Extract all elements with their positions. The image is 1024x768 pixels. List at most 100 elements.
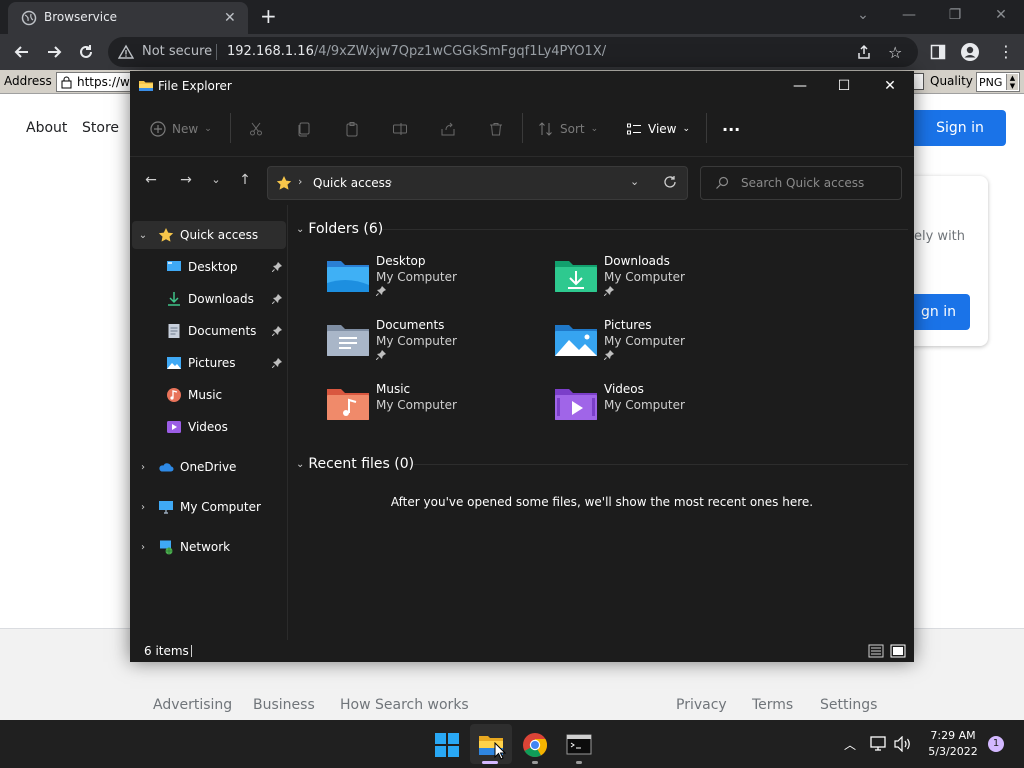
sidebar-item-videos[interactable]: Videos — [132, 413, 286, 441]
folder-tile-documents[interactable]: Documents My Computer — [326, 318, 546, 374]
share-icon[interactable] — [856, 44, 872, 60]
minimize-icon[interactable]: — — [898, 4, 920, 26]
about-link[interactable]: About — [26, 120, 67, 136]
sidebar-item-onedrive[interactable]: › OneDrive — [132, 453, 286, 481]
footer-business-link[interactable]: Business — [253, 697, 315, 713]
taskbar-clock[interactable]: 7:29 AM 5/3/2022 — [920, 728, 986, 760]
section-chevron-icon[interactable]: ⌄ — [296, 459, 304, 470]
profile-avatar-icon[interactable] — [960, 42, 980, 62]
side-panel-icon[interactable] — [930, 44, 946, 60]
breadcrumb-separator-icon[interactable]: › — [388, 175, 392, 188]
sidebar-item-quick-access[interactable]: ⌄ Quick access — [132, 221, 286, 249]
folder-name: Videos — [604, 382, 644, 396]
warning-triangle-icon[interactable] — [118, 44, 134, 60]
network-wired-icon[interactable] — [870, 736, 888, 752]
address-input[interactable]: https://w — [56, 72, 136, 92]
view-button[interactable]: View ⌄ — [626, 119, 690, 139]
explorer-minimize-icon[interactable]: — — [786, 75, 814, 97]
chrome-taskbar-icon[interactable] — [522, 732, 548, 758]
tab-search-chevron-icon[interactable]: ⌄ — [852, 4, 874, 26]
back-arrow-icon[interactable] — [12, 42, 32, 62]
quick-access-star-icon — [276, 175, 292, 191]
details-view-icon[interactable] — [868, 643, 884, 659]
restore-icon[interactable]: ❐ — [944, 4, 966, 26]
sidebar-item-music[interactable]: Music — [132, 381, 286, 409]
omnibox[interactable]: Not secure 192.168.1.16/4/9xZWxjw7Qpz1wC… — [108, 37, 918, 67]
up-arrow-icon[interactable]: ↑ — [237, 172, 253, 188]
notification-badge[interactable]: 1 — [988, 736, 1004, 752]
show-hidden-icons-chevron-icon[interactable]: ︿ — [844, 736, 856, 753]
rename-icon[interactable] — [392, 119, 408, 139]
breadcrumb-quick-access[interactable]: Quick access — [313, 176, 391, 190]
sidebar-item-pictures[interactable]: Pictures — [132, 349, 286, 377]
tab-close-icon[interactable]: ✕ — [224, 10, 236, 26]
pin-icon — [604, 350, 614, 360]
back-arrow-icon[interactable]: ← — [143, 172, 159, 188]
close-window-icon[interactable]: ✕ — [990, 4, 1012, 26]
forward-arrow-icon[interactable] — [44, 42, 64, 62]
pictures-folder-icon — [554, 322, 598, 358]
sidebar-item-my-computer[interactable]: › My Computer — [132, 493, 286, 521]
footer-advertising-link[interactable]: Advertising — [153, 697, 232, 713]
spinner-arrows-icon[interactable]: ▲ ▼ — [1006, 74, 1018, 90]
recent-files-section-header[interactable]: ⌄ Recent files (0) — [296, 456, 414, 472]
terminal-taskbar-icon[interactable] — [566, 732, 592, 758]
explorer-title-bar[interactable]: File Explorer — ☐ ✕ — [130, 71, 914, 101]
footer-how-search-works-link[interactable]: How Search works — [340, 697, 469, 713]
recent-header-label: Recent files (0) — [308, 456, 415, 472]
store-link[interactable]: Store — [82, 120, 119, 136]
collapsed-chevron-icon[interactable]: › — [136, 542, 150, 553]
delete-icon[interactable] — [488, 119, 504, 139]
folder-tile-music[interactable]: Music My Computer — [326, 382, 546, 438]
folders-section-header[interactable]: ⌄ Folders (6) — [296, 221, 383, 237]
recent-files-empty-message: After you've opened some files, we'll sh… — [390, 495, 814, 509]
bookmark-star-icon[interactable]: ☆ — [888, 43, 902, 62]
sidebar-item-downloads[interactable]: Downloads — [132, 285, 286, 313]
sidebar-item-desktop[interactable]: Desktop — [132, 253, 286, 281]
search-box[interactable]: Search Quick access — [700, 166, 902, 200]
more-options-icon[interactable]: ... — [722, 115, 740, 135]
address-history-chevron-icon[interactable]: ⌄ — [630, 175, 639, 188]
paste-icon[interactable] — [344, 119, 360, 139]
explorer-maximize-icon[interactable]: ☐ — [830, 75, 858, 97]
address-label: Address — [4, 74, 52, 88]
file-explorer-window[interactable]: File Explorer — ☐ ✕ New ⌄ Sort ⌄ View ⌄ … — [130, 71, 914, 662]
new-tab-plus-icon[interactable]: + — [260, 6, 277, 26]
folder-tile-pictures[interactable]: Pictures My Computer — [554, 318, 774, 374]
share-icon[interactable] — [440, 119, 456, 139]
folder-tile-desktop[interactable]: Desktop My Computer — [326, 254, 546, 310]
kebab-menu-icon[interactable]: ⋮ — [998, 42, 1014, 62]
footer-settings-link[interactable]: Settings — [820, 697, 877, 713]
copy-icon[interactable] — [296, 119, 312, 139]
new-button[interactable]: New ⌄ — [150, 119, 212, 139]
collapsed-chevron-icon[interactable]: › — [136, 502, 150, 513]
reload-icon[interactable] — [76, 42, 96, 62]
explorer-close-icon[interactable]: ✕ — [876, 75, 904, 97]
recent-locations-chevron-icon[interactable]: ⌄ — [208, 172, 224, 188]
folder-name: Desktop — [376, 254, 426, 268]
security-label[interactable]: Not secure — [142, 44, 212, 59]
collapsed-chevron-icon[interactable]: › — [136, 462, 150, 473]
sort-button[interactable]: Sort ⌄ — [538, 119, 598, 139]
quality-select[interactable]: PNG ▲ ▼ — [976, 72, 1020, 92]
section-chevron-icon[interactable]: ⌄ — [296, 224, 304, 235]
breadcrumb-separator-icon[interactable]: › — [298, 175, 302, 188]
tiles-view-icon[interactable] — [890, 643, 906, 659]
expanded-chevron-icon[interactable]: ⌄ — [136, 230, 150, 241]
address-breadcrumb[interactable]: › Quick access › ⌄ — [267, 166, 688, 200]
refresh-icon[interactable] — [662, 174, 678, 190]
folder-tile-videos[interactable]: Videos My Computer — [554, 382, 774, 438]
sidebar-item-documents[interactable]: Documents — [132, 317, 286, 345]
footer-privacy-link[interactable]: Privacy — [676, 697, 727, 713]
folder-tile-downloads[interactable]: Downloads My Computer — [554, 254, 774, 310]
browser-tab[interactable]: Browservice ✕ — [8, 2, 248, 34]
forward-arrow-icon[interactable]: → — [178, 172, 194, 188]
cut-icon[interactable] — [248, 119, 264, 139]
start-windows-icon[interactable] — [434, 732, 460, 758]
footer-terms-link[interactable]: Terms — [752, 697, 793, 713]
folder-location: My Computer — [604, 270, 685, 284]
volume-icon[interactable] — [894, 736, 912, 752]
sidebar-item-network[interactable]: › Network — [132, 533, 286, 561]
url-text[interactable]: 192.168.1.16/4/9xZWxjw7Qpz1wCGGkSmFgqf1L… — [227, 44, 606, 59]
sign-in-button[interactable]: Sign in — [914, 110, 1006, 146]
